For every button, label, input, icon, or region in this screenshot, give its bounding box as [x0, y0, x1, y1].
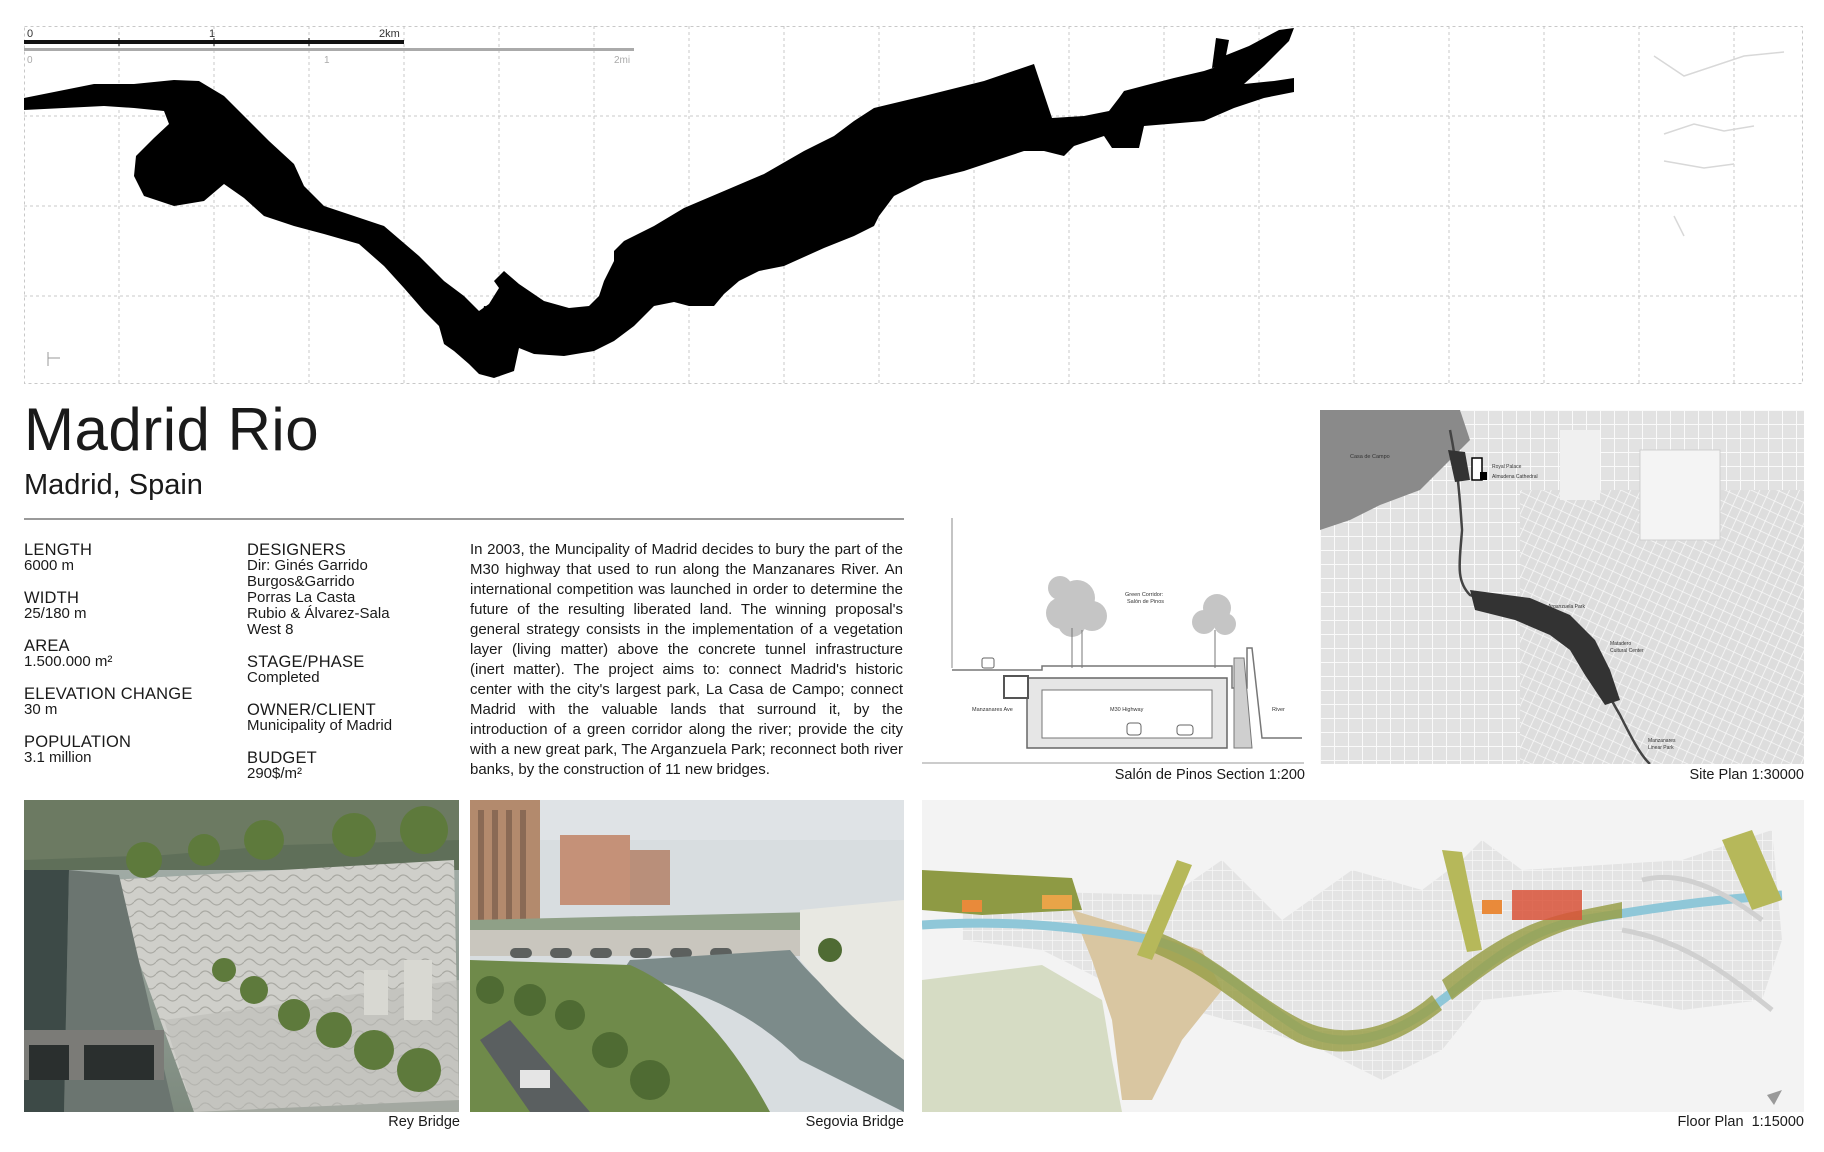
project-description: In 2003, the Muncipality of Madrid decid…	[470, 541, 903, 778]
spec-label: POPULATION	[24, 733, 132, 751]
spec-value: Dir: Ginés Garrido Burgos&Garrido Porras…	[247, 557, 390, 638]
spec-elevation: ELEVATION CHANGE 30 m	[24, 686, 193, 718]
rey-bridge-image	[24, 800, 459, 1112]
rey-bridge-photo	[24, 800, 459, 1112]
tree-trunks	[1071, 628, 1216, 668]
spec-value: Municipality of Madrid	[247, 717, 393, 734]
site-label-matadero-2: Cultural Center	[1610, 648, 1644, 654]
spec-value: 1.500.000 m²	[24, 653, 113, 670]
site-label-cathedral: Almudena Cathedral	[1492, 474, 1538, 480]
segovia-bridge-caption: Segovia Bridge	[805, 1114, 904, 1130]
site-plan-map: Casa de Campo Royal Palace Almudena Cath…	[1320, 410, 1804, 764]
spec-value: Completed	[247, 669, 320, 686]
scale-km-1: 1	[209, 28, 215, 40]
site-label-palace: Royal Palace	[1492, 464, 1522, 470]
spec-label: STAGE/PHASE	[247, 653, 365, 671]
section-label-river: River	[1272, 707, 1285, 713]
segovia-bridge-image	[470, 800, 904, 1112]
spec-designers: DESIGNERS Dir: Ginés Garrido Burgos&Garr…	[247, 542, 390, 638]
site-label-matadero: Matadero	[1610, 641, 1631, 647]
spec-value: 3.1 million	[24, 749, 92, 766]
section-caption: Salón de Pinos Section 1:200	[1114, 767, 1305, 783]
section-label-highway: M30 Highway	[1110, 707, 1144, 713]
scale-mi-2: 2mi	[614, 55, 630, 66]
spec-budget: BUDGET 290$/m²	[247, 750, 317, 782]
scale-mi-1: 1	[324, 55, 330, 66]
site-plan-drawing: Casa de Campo Royal Palace Almudena Cath…	[1320, 410, 1804, 764]
matadero-block	[1512, 890, 1582, 920]
section-label-salon: Salón de Pinos	[1127, 599, 1164, 605]
spec-label: ELEVATION CHANGE	[24, 685, 193, 703]
spec-label: WIDTH	[24, 589, 80, 607]
title-divider	[24, 518, 904, 520]
spec-label: AREA	[24, 637, 70, 655]
scale-km-0: 0	[27, 28, 33, 40]
segovia-bridge-photo	[470, 800, 904, 1112]
spec-label: LENGTH	[24, 541, 93, 559]
faint-river-trace	[1653, 51, 1785, 237]
scale-km-2: 2km	[379, 28, 400, 40]
spec-owner: OWNER/CLIENT Municipality of Madrid	[247, 702, 392, 734]
section-label-avenue: Manzanares Ave	[972, 707, 1013, 713]
tree-canopy-icon	[1046, 576, 1236, 637]
floor-plan-caption: Floor Plan 1:15000	[1677, 1114, 1804, 1130]
spec-label: OWNER/CLIENT	[247, 701, 376, 719]
site-label-linear: Manzanares	[1648, 738, 1676, 744]
site-label-arganzuela: Arganzuela Park	[1548, 604, 1585, 610]
spec-label: BUDGET	[247, 749, 317, 767]
scale-bar: 0 1 2km 0 1 2mi	[24, 28, 634, 66]
spec-label: DESIGNERS	[247, 541, 346, 559]
floor-plan-drawing	[922, 800, 1804, 1112]
spec-population: POPULATION 3.1 million	[24, 734, 131, 766]
floor-plan-map	[922, 800, 1804, 1112]
spec-width: WIDTH 25/180 m	[24, 590, 87, 622]
crosshair-icon	[47, 352, 60, 366]
spec-length: LENGTH 6000 m	[24, 542, 92, 574]
section-diagram: Green Corridor: Salón de Pinos Manzanare…	[922, 518, 1304, 764]
site-label-casa: Casa de Campo	[1350, 454, 1390, 460]
site-plan-caption: Site Plan 1:30000	[1689, 767, 1804, 783]
spec-value: 290$/m²	[247, 765, 303, 782]
scale-mi-0: 0	[27, 55, 33, 66]
location-subtitle: Madrid, Spain	[24, 469, 203, 501]
spec-value: 6000 m	[24, 557, 75, 574]
site-label-linear-2: Linear Park	[1648, 745, 1674, 751]
spec-stage: STAGE/PHASE Completed	[247, 654, 364, 686]
river-silhouette-map: 0 1 2km 0 1 2mi	[24, 26, 1804, 384]
river-silhouette-panel: 0 1 2km 0 1 2mi	[24, 26, 1804, 384]
spec-area: AREA 1.500.000 m²	[24, 638, 112, 670]
page-title: Madrid Rio	[24, 396, 320, 463]
spec-value: 30 m	[24, 701, 58, 718]
spec-value: 25/180 m	[24, 605, 87, 622]
section-drawing: Green Corridor: Salón de Pinos Manzanare…	[922, 518, 1304, 764]
cathedral-icon	[1480, 472, 1487, 480]
rey-bridge-caption: Rey Bridge	[388, 1114, 460, 1130]
section-label-corridor: Green Corridor:	[1125, 592, 1164, 598]
